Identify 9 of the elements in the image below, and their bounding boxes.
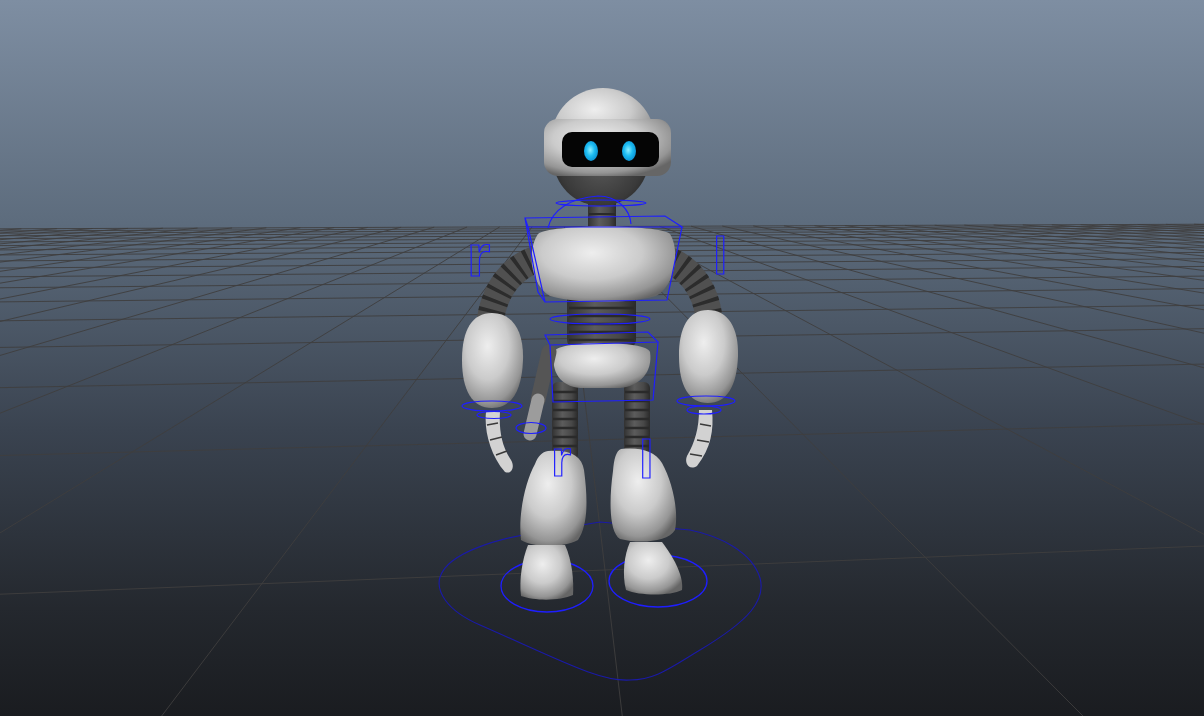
rod-control[interactable] — [515, 421, 547, 435]
chest-control[interactable] — [524, 215, 685, 303]
wrist-control[interactable] — [676, 395, 736, 415]
foot — [623, 542, 683, 595]
head-control[interactable] — [547, 195, 647, 229]
wrist-control[interactable] — [461, 400, 523, 420]
robot-eye — [622, 141, 636, 161]
robot-eye — [584, 141, 598, 161]
hip-control[interactable] — [544, 331, 660, 403]
